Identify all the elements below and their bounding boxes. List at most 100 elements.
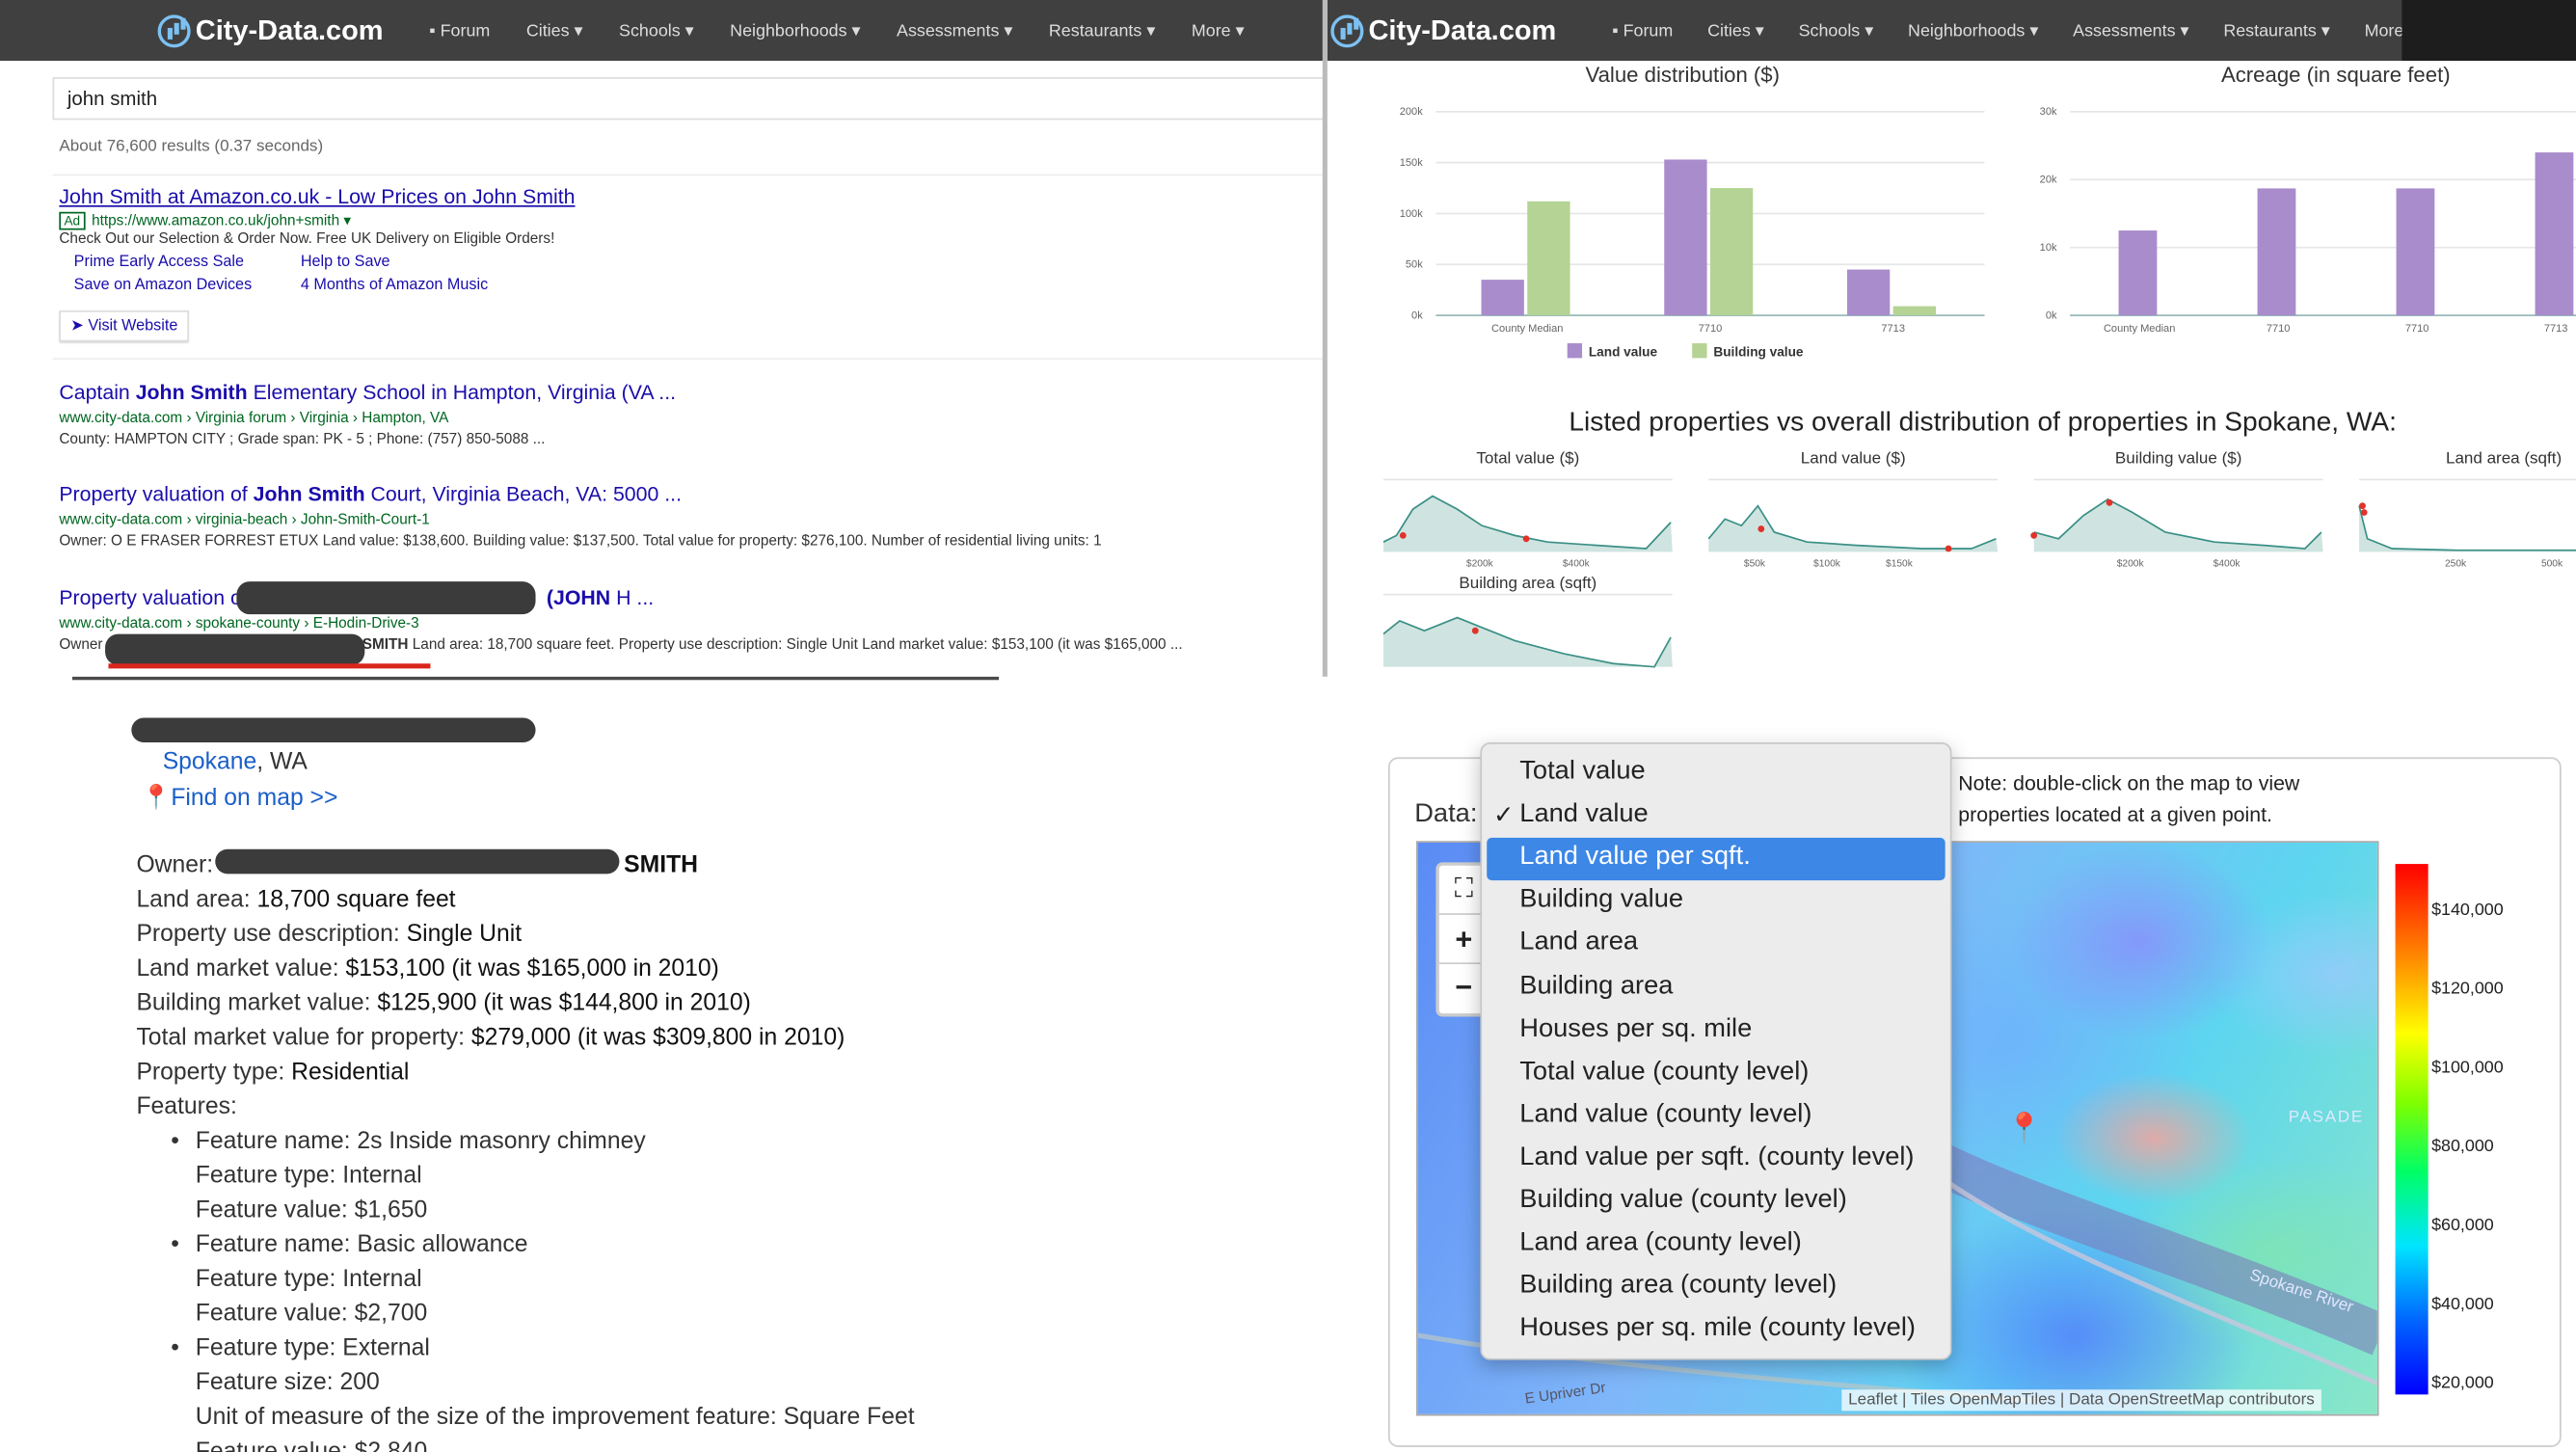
nav-item-assessments[interactable]: Assessments ▾ bbox=[2073, 20, 2188, 40]
result-title-link[interactable]: Property valuation of (JOHN H ... bbox=[59, 586, 1182, 609]
sparkline-tick: $100k bbox=[1813, 559, 1841, 570]
ad-url[interactable]: https://www.amazon.co.uk/john+smith bbox=[92, 212, 339, 229]
checkmark-icon: ✓ bbox=[1493, 801, 1515, 830]
sparkline-title: Building area (sqft) bbox=[1459, 574, 1597, 592]
property-marker bbox=[2030, 531, 2038, 539]
color-scale-label: $60,000 bbox=[2431, 1215, 2494, 1236]
dropdown-option[interactable]: Total value (county level) bbox=[1487, 1052, 1945, 1094]
sparkline-tick: $200k bbox=[1466, 559, 1494, 570]
ad-description: Check Out our Selection & Order Now. Fre… bbox=[59, 229, 555, 247]
y-tick-label: 150k bbox=[1400, 157, 1423, 169]
search-result: Property valuation of John Smith Court, … bbox=[59, 483, 1101, 549]
nav-item-neighborhoods[interactable]: Neighborhoods ▾ bbox=[1908, 20, 2038, 40]
logo[interactable]: City-Data.com bbox=[1330, 13, 1556, 47]
density-area bbox=[2359, 505, 2576, 552]
property-field: Total market value for property: $279,00… bbox=[136, 1025, 845, 1052]
y-tick-label: 10k bbox=[2040, 242, 2057, 254]
nav-item-schools[interactable]: Schools ▾ bbox=[1799, 20, 1874, 40]
dropdown-option[interactable]: ✓ Land value bbox=[1487, 795, 1945, 838]
y-tick-label: 100k bbox=[1400, 208, 1423, 220]
logo-chart-icon bbox=[157, 13, 191, 47]
x-tick-label: County Median bbox=[2104, 323, 2175, 335]
dropdown-option[interactable]: Total value bbox=[1487, 752, 1945, 794]
nav-item-restaurants[interactable]: Restaurants ▾ bbox=[2223, 20, 2329, 40]
caret-down-icon: ▾ bbox=[1141, 20, 1156, 40]
sitelink-help-to-save[interactable]: Help to Save bbox=[301, 253, 390, 271]
sitelink-devices[interactable]: Save on Amazon Devices bbox=[74, 276, 252, 294]
dropdown-option[interactable]: Houses per sq. mile (county level) bbox=[1487, 1309, 1945, 1352]
caret-down-icon: ▾ bbox=[2025, 20, 2039, 40]
result-url[interactable]: www.city-data.com › virginia-beach › Joh… bbox=[59, 511, 1101, 527]
result-url[interactable]: www.city-data.com › Virginia forum › Vir… bbox=[59, 409, 676, 425]
result-stats: About 76,600 results (0.37 seconds) bbox=[59, 138, 324, 156]
caret-down-icon: ▾ bbox=[1230, 20, 1245, 40]
find-on-map[interactable]: 📍Find on map >> bbox=[142, 784, 338, 811]
search-result: Captain John Smith Elementary School in … bbox=[59, 381, 676, 446]
property-marker bbox=[1399, 531, 1407, 539]
feature-line: Feature type: Internal bbox=[195, 1266, 422, 1293]
color-scale-label: $120,000 bbox=[2431, 979, 2504, 999]
sparkline-tick: $400k bbox=[1563, 559, 1591, 570]
sparkline-title: Total value ($) bbox=[1476, 448, 1579, 467]
caret-down-icon: ▾ bbox=[1860, 20, 1874, 40]
legend-label[interactable]: Land value bbox=[1589, 345, 1658, 360]
city-link[interactable]: Spokane bbox=[163, 749, 257, 775]
dropdown-option[interactable]: Land area (county level) bbox=[1487, 1223, 1945, 1266]
sparkline-panel: Building value ($) $200k $400k bbox=[2030, 448, 2323, 570]
nav-item-cities[interactable]: Cities ▾ bbox=[526, 20, 583, 40]
dropdown-option[interactable]: Building value (county level) bbox=[1487, 1181, 1945, 1223]
nav-item-more[interactable]: More ▾ bbox=[1192, 20, 1245, 40]
property-marker bbox=[2360, 509, 2368, 516]
search-input[interactable]: john smith bbox=[52, 77, 1327, 121]
bar-building-value bbox=[1527, 201, 1570, 316]
color-scale bbox=[2395, 864, 2428, 1395]
dropdown-option[interactable]: Land area bbox=[1487, 924, 1945, 966]
data-label: Data: bbox=[1414, 799, 1478, 828]
sitelink-music[interactable]: 4 Months of Amazon Music bbox=[301, 276, 488, 294]
legend-label[interactable]: Building value bbox=[1713, 345, 1804, 360]
nav-item-assessments[interactable]: Assessments ▾ bbox=[897, 20, 1012, 40]
sitelink-prime[interactable]: Prime Early Access Sale bbox=[74, 253, 244, 271]
nav-item-restaurants[interactable]: Restaurants ▾ bbox=[1049, 20, 1155, 40]
caret-down-icon: ▾ bbox=[999, 20, 1013, 40]
map-marker-icon[interactable]: 📍 bbox=[2006, 1112, 2043, 1146]
property-marker bbox=[1945, 545, 1952, 552]
sparkline-tick: $400k bbox=[2214, 559, 2241, 570]
nav-item-schools[interactable]: Schools ▾ bbox=[619, 20, 694, 40]
dropdown-option[interactable]: Building value bbox=[1487, 881, 1945, 924]
sparkline-tick: $150k bbox=[1886, 559, 1914, 570]
nav-item-forum[interactable]: ▪ Forum bbox=[1612, 20, 1673, 40]
feature-line: • Feature type: External bbox=[171, 1335, 430, 1362]
distribution-heading: Listed properties vs overall distributio… bbox=[1569, 407, 2397, 438]
data-dropdown-menu[interactable]: Total value ✓ Land value Land value per sqf… bbox=[1480, 742, 1952, 1360]
dropdown-option[interactable]: Land value (county level) bbox=[1487, 1095, 1945, 1138]
ad-title-link[interactable]: John Smith at Amazon.co.uk - Low Prices … bbox=[59, 186, 575, 209]
logo[interactable]: City-Data.com bbox=[157, 13, 384, 47]
result-title-link[interactable]: Captain John Smith Elementary School in … bbox=[59, 381, 676, 404]
feature-line: Feature value: $2,700 bbox=[195, 1301, 428, 1328]
property-field: Building market value: $125,900 (it was … bbox=[136, 990, 751, 1017]
nav-item-forum[interactable]: ▪ Forum bbox=[429, 20, 490, 40]
bar-building-value bbox=[1892, 306, 1936, 316]
dropdown-option[interactable]: Land value per sqft. bbox=[1487, 838, 1945, 881]
dropdown-option[interactable]: Land value per sqft. (county level) bbox=[1487, 1138, 1945, 1180]
dropdown-option[interactable]: Building area bbox=[1487, 967, 1945, 1009]
property-panel: Spokane, WA 📍Find on map >> Owner: SMITH… bbox=[0, 676, 1328, 1452]
ad-badge: Ad bbox=[59, 211, 86, 230]
sparkline-panel: Land area (sqft) 250k 500k bbox=[2358, 448, 2576, 570]
dropdown-option[interactable]: Houses per sq. mile bbox=[1487, 1009, 1945, 1052]
result-url[interactable]: www.city-data.com › spokane-county › E-H… bbox=[59, 614, 1182, 631]
visit-website-button[interactable]: ➤ Visit Website bbox=[59, 309, 190, 342]
result-snippet: County: HAMPTON CITY ; Grade span: PK - … bbox=[59, 430, 546, 447]
property-marker bbox=[1758, 525, 1765, 532]
result-title-link[interactable]: Property valuation of John Smith Court, … bbox=[59, 483, 1101, 506]
nav-item-neighborhoods[interactable]: Neighborhoods ▾ bbox=[730, 20, 860, 40]
dropdown-option[interactable]: Building area (county level) bbox=[1487, 1267, 1945, 1309]
nav-item-cities[interactable]: Cities ▾ bbox=[1707, 20, 1764, 40]
feature-line: • Feature name: Basic allowance bbox=[171, 1231, 528, 1258]
property-field: Property type: Residential bbox=[136, 1059, 410, 1087]
caret-down-icon: ▾ bbox=[680, 20, 694, 40]
feature-line: Feature type: Internal bbox=[195, 1163, 422, 1190]
bar-land-value bbox=[2257, 188, 2296, 316]
legend-swatch bbox=[1692, 343, 1707, 359]
